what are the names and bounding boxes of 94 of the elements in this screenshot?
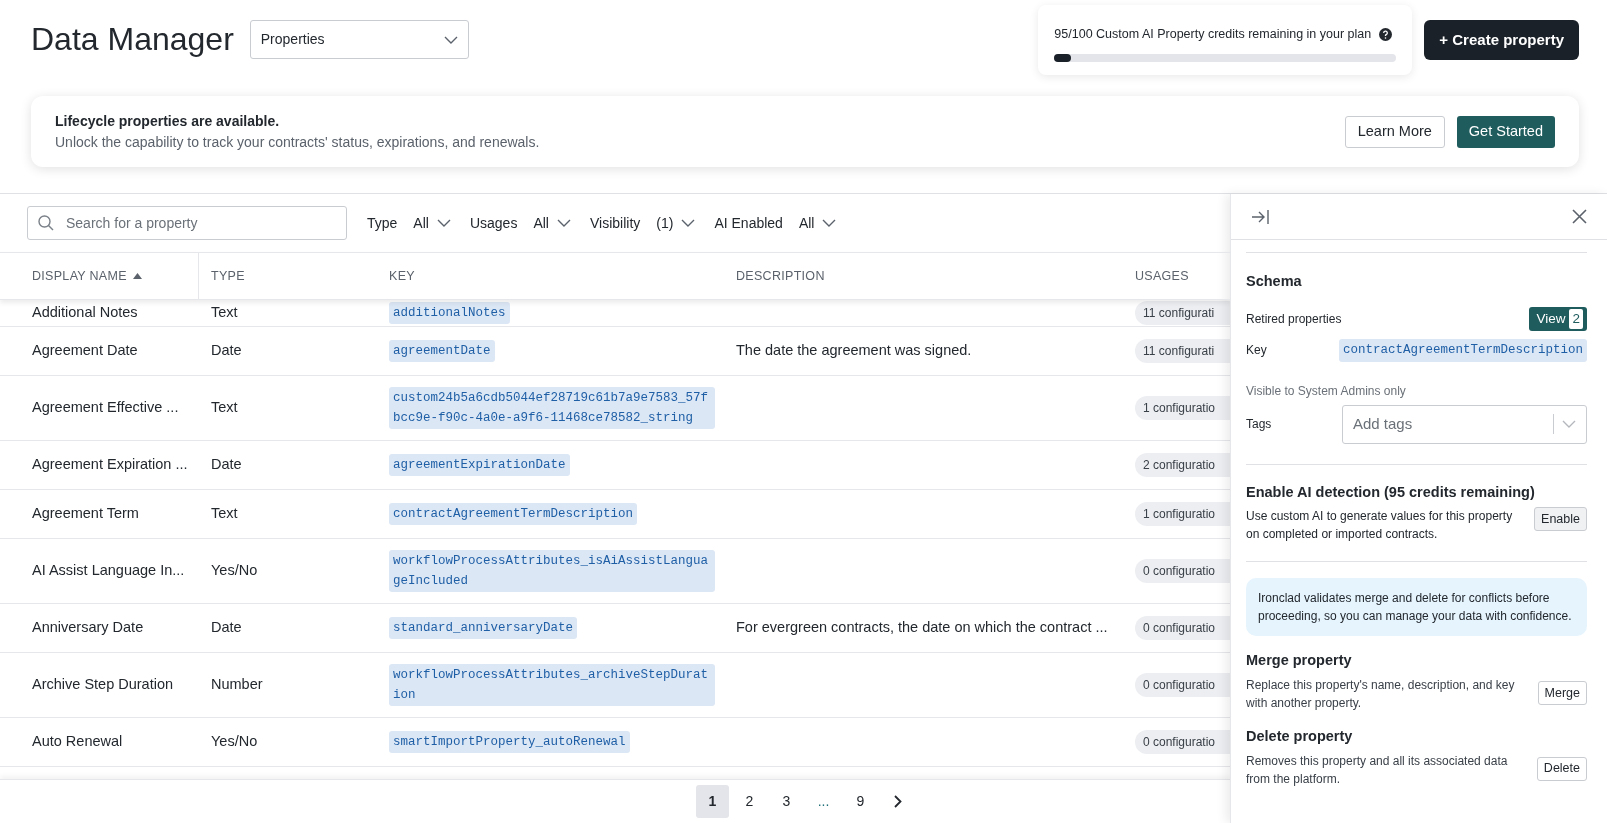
chevron-down-icon	[443, 35, 458, 44]
page-title: Data Manager	[31, 20, 234, 59]
key-chip: workflowProcessAttributes_isAiAssistLanguageIncluded	[389, 550, 715, 592]
section-text: Replace this property's name, description, and key with another property.	[1246, 677, 1516, 712]
section-title: Enable AI detection (95 credits remaining)	[1246, 482, 1536, 502]
key-chip: standard_anniversaryDate	[389, 617, 578, 639]
column-header[interactable]: TYPE	[211, 253, 389, 299]
usages-chip: 0 configuratio	[1135, 673, 1230, 697]
display-name-cell-text: Auto Renewal	[32, 732, 124, 752]
page-button[interactable]: 2	[733, 785, 766, 818]
filter-dropdown[interactable]: (1)	[656, 212, 696, 234]
display-name-cell-text: Agreement Expiration ...	[32, 455, 189, 475]
search-field[interactable]: Search for a property	[27, 206, 347, 240]
key-chip: contractAgreementTermDescription	[389, 503, 638, 525]
section-title: Schema	[1246, 272, 1303, 291]
info-message: Ironclad validates merge and delete for conflicts before proceeding, so you can manage your data with confidence.	[1246, 578, 1587, 637]
type-cell-text: Text	[211, 398, 239, 418]
key-chip: agreementDate	[389, 340, 495, 362]
section-text: Use custom AI to generate values for this property on completed or imported contracts.	[1246, 508, 1514, 544]
page-button[interactable]: 3	[770, 785, 803, 818]
description-cell: For evergreen contracts, the date on which the contract ...	[736, 619, 1108, 636]
help-icon	[1379, 27, 1393, 41]
type-cell-text: Text	[211, 504, 239, 524]
field-label: Retired properties	[1246, 310, 1342, 328]
filter-label: Visibility	[589, 213, 641, 233]
view-retired-button[interactable]: View 2	[1529, 306, 1587, 331]
key-chip: additionalNotes	[389, 302, 510, 324]
filter-dropdown[interactable]: All	[533, 212, 571, 234]
filter-label: Usages	[469, 213, 518, 233]
chevron-down-icon	[556, 219, 571, 227]
action-button[interactable]: Enable	[1534, 507, 1587, 532]
column-header-sorted[interactable]: DISPLAY NAME	[32, 253, 199, 299]
filter-label: Type	[367, 213, 398, 233]
action-button[interactable]: Merge	[1537, 681, 1587, 705]
field-label: Tags	[1246, 416, 1272, 433]
section-title: Delete property	[1246, 727, 1354, 746]
column-header[interactable]: DESCRIPTION	[736, 253, 1135, 299]
view-select[interactable]: Properties	[249, 20, 469, 59]
display-name-cell-text: Anniversary Date	[32, 618, 145, 638]
column-header[interactable]: KEY	[389, 253, 736, 299]
type-cell-text: Date	[211, 455, 243, 475]
usages-chip: 0 configuratio	[1135, 616, 1230, 640]
display-name-cell-text: Agreement Date	[32, 341, 139, 361]
key-chip: custom24b5a6cdb5044ef28719c61b7a9e7583_57fbcc9e-f90c-4a0e-a9f6-11468ce78582_string	[389, 387, 715, 429]
close-icon[interactable]	[1572, 209, 1587, 224]
field-label: Key	[1246, 342, 1267, 360]
filter-label: AI Enabled	[714, 213, 783, 233]
credits-text: 95/100 Custom AI Property credits remaining in your plan	[1054, 26, 1372, 43]
filter-dropdown[interactable]: All	[413, 212, 451, 234]
key-chip: smartImportProperty_autoRenewal	[389, 731, 630, 753]
type-cell-text: Date	[211, 341, 243, 361]
visibility-note: Visible to System Admins only	[1246, 382, 1407, 400]
filter-dropdown[interactable]: All	[798, 212, 837, 234]
column-header[interactable]: USAGES	[1135, 253, 1230, 299]
tags-field[interactable]: Add tags	[1342, 404, 1587, 444]
description-cell: The date the agreement was signed.	[736, 342, 972, 359]
type-cell-text: Text	[211, 303, 239, 323]
usages-chip: 2 configuratio	[1135, 453, 1230, 477]
display-name-cell-text: AI Assist Language In...	[32, 561, 186, 581]
usages-chip: 0 configuratio	[1135, 559, 1230, 583]
usages-chip: 11 configurati	[1135, 339, 1230, 363]
type-cell-text: Number	[211, 675, 264, 695]
usages-chip: 1 configuratio	[1135, 502, 1230, 526]
key-chip: workflowProcessAttributes_archiveStepDuration	[389, 664, 715, 706]
section-text: Removes this property and all its associated data from the platform.	[1246, 752, 1509, 788]
type-cell-text: Yes/No	[211, 732, 259, 752]
display-name-cell-text: Agreement Term	[32, 504, 140, 524]
search-icon	[38, 215, 54, 231]
collapse-panel-icon[interactable]	[1251, 208, 1271, 225]
section-title: Merge property	[1246, 651, 1353, 671]
display-name-cell-text: Additional Notes	[32, 303, 139, 323]
page-button[interactable]: 1	[696, 785, 729, 818]
display-name-cell-text: Archive Step Duration	[32, 675, 175, 695]
get-started-button[interactable]: Get Started	[1456, 115, 1555, 148]
learn-more-button[interactable]: Learn More	[1344, 115, 1445, 148]
usages-chip: 1 configuratio	[1135, 396, 1230, 420]
chevron-down-icon	[1562, 420, 1576, 428]
page-button[interactable]: ...	[807, 785, 840, 818]
chevron-down-icon	[822, 219, 837, 227]
display-name-cell-text: Agreement Effective ...	[32, 398, 180, 418]
banner-title: Lifecycle properties are available.	[55, 111, 281, 131]
chevron-down-icon	[436, 219, 451, 227]
key-chip: agreementExpirationDate	[389, 454, 570, 476]
create-property-button[interactable]: + Create property	[1424, 20, 1579, 60]
key-chip: contractAgreementTermDescription	[1338, 338, 1587, 362]
page-button[interactable]: 9	[844, 785, 877, 818]
action-button[interactable]: Delete	[1536, 756, 1587, 781]
usages-chip: 11 configurati	[1135, 301, 1230, 325]
type-cell-text: Date	[211, 618, 243, 638]
chevron-down-icon	[681, 219, 696, 227]
chevron-right-icon	[893, 795, 902, 808]
usages-chip: 0 configuratio	[1135, 730, 1230, 754]
type-cell-text: Yes/No	[211, 561, 259, 581]
banner-text: Unlock the capability to track your contracts' status, expirations, and renewals.	[55, 132, 541, 152]
